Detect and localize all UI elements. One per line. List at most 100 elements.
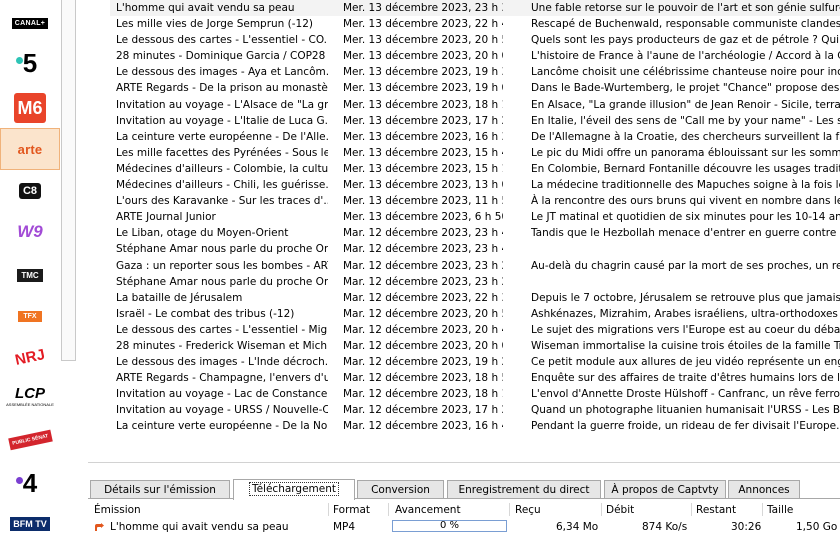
broadcast-title: ARTE Journal Junior (116, 211, 216, 224)
channel-sidebar: CANAL+ 5 M6 arte C8 W9 TMC TFX NRJ LCP ASSEMBLÉE N… (0, 0, 78, 554)
broadcast-title: ARTE Regards - Champagne, l'envers d'u..… (116, 372, 328, 385)
channel-tmc[interactable]: TMC (0, 256, 60, 294)
tab-live-recording[interactable]: Enregistrement du direct (447, 480, 601, 499)
broadcast-title: L'ours des Karavanke - Sur les traces d'… (116, 195, 328, 208)
channel-label: 5 (22, 47, 38, 78)
download-emission: L'homme qui avait vendu sa peau (110, 521, 289, 533)
broadcast-row[interactable]: Invitation au voyage - L'Italie de Luca … (110, 113, 840, 129)
channel-tfx[interactable]: TFX (0, 297, 60, 335)
col-separator (691, 503, 692, 516)
broadcast-row[interactable]: 28 minutes - Dominique Garcia / COP28 : … (110, 48, 840, 64)
channel-publicsenat[interactable]: PUBLIC SÉNAT (0, 421, 60, 459)
channel-arte[interactable]: arte (0, 128, 60, 170)
channel-nrj12[interactable]: NRJ (0, 338, 60, 376)
channel-w9[interactable]: W9 (0, 213, 60, 251)
col-header-received[interactable]: Reçu (515, 504, 541, 516)
col-header-progress[interactable]: Avancement (395, 504, 461, 516)
channel-label: NRJ (13, 345, 47, 369)
broadcast-title: Les mille vies de Jorge Semprun (-12) (116, 18, 314, 31)
c8-logo-icon: C8 (18, 183, 42, 199)
tab-download[interactable]: Téléchargement (233, 479, 355, 500)
broadcast-description: Quels sont les pays producteurs de gaz e… (531, 34, 840, 47)
broadcast-description: Pendant la guerre froide, un rideau de f… (531, 420, 840, 433)
broadcast-date: Mer. 13 décembre 2023, 16 h 32 (343, 130, 503, 143)
broadcast-row[interactable]: L'ours des Karavanke - Sur les traces d'… (110, 193, 840, 209)
tab-conversion[interactable]: Conversion (357, 480, 444, 499)
broadcast-date: Mer. 13 décembre 2023, 11 h 53 (343, 195, 503, 208)
broadcast-title: Le dessous des cartes - L'essentiel - CO… (116, 34, 328, 47)
broadcast-description: En Italie, l'éveil des sens de "Call me … (531, 114, 840, 127)
col-header-emission[interactable]: Émission (94, 504, 141, 516)
channel-m6[interactable]: M6 (0, 89, 60, 127)
broadcast-date: Mar. 12 décembre 2023, 20 h 05 (343, 339, 503, 352)
channel-bfmtv[interactable]: BFM TV (0, 505, 60, 543)
channel-lcp[interactable]: LCP ASSEMBLÉE NATIONALE (0, 380, 60, 418)
broadcast-date: Mar. 12 décembre 2023, 20 h 53 (343, 307, 503, 320)
broadcast-row[interactable]: Le dessous des images - Aya et Lancôm...… (110, 64, 840, 80)
broadcast-title: La bataille de Jérusalem (116, 291, 243, 304)
sidebar-scrollbar[interactable] (61, 0, 76, 361)
broadcast-title: La ceinture verte européenne - De l'Alle… (116, 130, 328, 143)
panel-divider[interactable] (88, 462, 840, 463)
download-progress-bar: 0 % (392, 520, 507, 532)
broadcast-row[interactable]: Gaza : un reporter sous les bombes - ART… (110, 258, 840, 274)
col-header-format[interactable]: Format (333, 504, 370, 516)
channel-c8[interactable]: C8 (0, 172, 60, 210)
broadcast-title: L'homme qui avait vendu sa peau (116, 2, 295, 14)
tab-details[interactable]: Détails sur l'émission (90, 480, 230, 499)
channel-france4[interactable]: 4 (0, 464, 60, 502)
broadcast-row[interactable]: La bataille de Jérusalem Mar. 12 décembre… (110, 290, 840, 306)
broadcast-row[interactable]: ARTE Regards - De la prison au monastère… (110, 80, 840, 96)
broadcast-row[interactable]: ARTE Regards - Champagne, l'envers d'u..… (110, 370, 840, 386)
broadcast-row[interactable]: 28 minutes - Frederick Wiseman et Mich..… (110, 338, 840, 354)
col-header-remaining[interactable]: Restant (696, 504, 736, 516)
col-separator (509, 503, 510, 516)
tab-about[interactable]: À propos de Captvty (604, 480, 726, 499)
broadcast-date: Mer. 13 décembre 2023, 20 h 51 (343, 34, 503, 47)
broadcast-row[interactable]: Stéphane Amar nous parle du proche Ori..… (110, 274, 840, 290)
broadcast-title: ARTE Regards - De la prison au monastère (116, 82, 328, 95)
broadcast-date: Mar. 12 décembre 2023, 23 h 23 (343, 275, 503, 288)
broadcast-title: Le dessous des images - Aya et Lancôm... (116, 66, 328, 79)
broadcast-date: Mar. 12 décembre 2023, 16 h 45 (343, 420, 503, 433)
broadcast-row[interactable]: Médecines d'ailleurs - Chili, les guéris… (110, 177, 840, 193)
broadcast-row[interactable]: La ceinture verte européenne - De la No.… (110, 418, 840, 434)
broadcast-row[interactable]: Le dessous des images - L'Inde décroch..… (110, 354, 840, 370)
broadcast-row[interactable]: Invitation au voyage - URSS / Nouvelle-C… (110, 402, 840, 418)
broadcast-row[interactable]: Israël - Le combat des tribus (-12) Mar. … (110, 306, 840, 322)
download-progress-text: 0 % (439, 520, 460, 531)
broadcast-description: Rescapé de Buchenwald, responsable commu… (531, 18, 840, 31)
broadcast-row[interactable]: La ceinture verte européenne - De l'Alle… (110, 129, 840, 145)
broadcast-row[interactable]: Stéphane Amar nous parle du proche Ori..… (110, 241, 840, 257)
broadcast-row[interactable]: Les mille vies de Jorge Semprun (-12) Mer… (110, 16, 840, 32)
channel-canalplus[interactable]: CANAL+ (0, 4, 60, 42)
tab-label: Enregistrement du direct (458, 484, 590, 496)
arte-logo-icon: arte (18, 142, 43, 157)
broadcast-date: Mer. 13 décembre 2023, 19 h 00 (343, 82, 503, 95)
broadcast-row[interactable]: Le dessous des cartes - L'essentiel - Mi… (110, 322, 840, 338)
col-header-size[interactable]: Taille (767, 504, 793, 516)
broadcast-row[interactable]: Invitation au voyage - L'Alsace de "La g… (110, 97, 840, 113)
broadcast-description: La médecine traditionnelle des Mapuches … (531, 179, 840, 192)
broadcast-row[interactable]: Médecines d'ailleurs - Colombie, la cult… (110, 161, 840, 177)
channel-label: CANAL+ (14, 19, 46, 27)
download-panel: Émission Format Avancement Reçu Débit Re… (88, 498, 840, 555)
broadcast-list[interactable]: L'homme qui avait vendu sa peau Mer. 13 d… (110, 0, 840, 456)
broadcast-row[interactable]: Le Liban, otage du Moyen-Orient Mar. 12 d… (110, 225, 840, 241)
col-separator (601, 503, 602, 516)
broadcast-date: Mar. 12 décembre 2023, 19 h 29 (343, 356, 503, 369)
col-header-rate[interactable]: Débit (606, 504, 634, 516)
broadcast-row[interactable]: Invitation au voyage - Lac de Constance.… (110, 386, 840, 402)
broadcast-row[interactable]: L'homme qui avait vendu sa peau Mer. 13 d… (110, 0, 840, 17)
broadcast-title: 28 minutes - Dominique Garcia / COP28 : … (116, 50, 328, 63)
broadcast-row[interactable]: Les mille facettes des Pyrénées - Sous l… (110, 145, 840, 161)
channel-france5[interactable]: 5 (0, 44, 60, 82)
broadcast-title: Gaza : un reporter sous les bombes - ART… (116, 259, 328, 272)
m6-logo-icon: M6 (14, 93, 46, 123)
tab-label: Détails sur l'émission (104, 484, 216, 496)
broadcast-title: Stéphane Amar nous parle du proche Ori..… (116, 243, 328, 256)
tab-announcements[interactable]: Annonces (728, 480, 800, 499)
broadcast-row[interactable]: Le dessous des cartes - L'essentiel - CO… (110, 32, 840, 48)
broadcast-row[interactable]: ARTE Journal Junior Mer. 13 décembre 2023… (110, 209, 840, 225)
broadcast-date: Mer. 13 décembre 2023, 17 h 28 (343, 114, 503, 127)
